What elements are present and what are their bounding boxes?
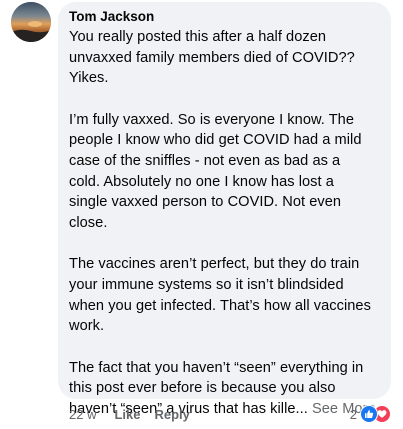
comment-line: You really posted this after a half doze… — [69, 29, 327, 45]
comment-bubble: Tom Jackson You really posted this after… — [58, 2, 391, 417]
comment: Tom Jackson You really posted this after… — [0, 0, 403, 429]
comment-line: I’m fully vaxxed. So is everyone I know.… — [69, 111, 355, 128]
comment-line: when you get infected. That’s how all va… — [69, 297, 371, 314]
comment-line: Yikes. — [69, 70, 109, 87]
reaction-count: 2 — [349, 406, 357, 422]
avatar-image — [11, 2, 51, 42]
comment-line: single vaxxed person to COVID. Not even — [69, 194, 342, 211]
comment-line: The vaccines aren’t perfect, but they do… — [69, 256, 360, 273]
comment-line: your immune systems so it isn’t blindsid… — [69, 276, 344, 293]
comment-paragraph: I’m fully vaxxed. So is everyone I know.… — [69, 110, 379, 234]
reaction-summary[interactable]: 2 — [350, 404, 391, 424]
comment-line: work. — [69, 318, 105, 335]
comment-actions: 22 w Like Reply — [69, 404, 204, 424]
reply-button[interactable]: Reply — [154, 407, 189, 422]
comment-author[interactable]: Tom Jackson — [69, 9, 379, 25]
comment-timestamp[interactable]: 22 w — [69, 407, 96, 422]
comment-line: case of the sniffles - not even as bad a… — [69, 152, 341, 169]
comment-body: You really posted this after a half doze… — [69, 27, 379, 420]
like-icon — [360, 405, 378, 423]
comment-line: this post ever before is because you als… — [69, 380, 336, 397]
comment-paragraph: The vaccines aren’t perfect, but they do… — [69, 254, 379, 336]
comment-line: people I know who did get COVID had a mi… — [69, 132, 362, 149]
comment-line: The fact that you haven’t “seen” everyth… — [69, 359, 364, 376]
comment-paragraph: You really posted this after a half doze… — [69, 27, 379, 89]
like-button[interactable]: Like — [114, 407, 140, 422]
comment-line: unvaxxed family members died of COVID?? — [69, 49, 355, 66]
comment-line: cold. Absolutely no one I know has lost … — [69, 173, 334, 190]
comment-line: close. — [69, 214, 108, 231]
avatar[interactable] — [11, 2, 51, 42]
